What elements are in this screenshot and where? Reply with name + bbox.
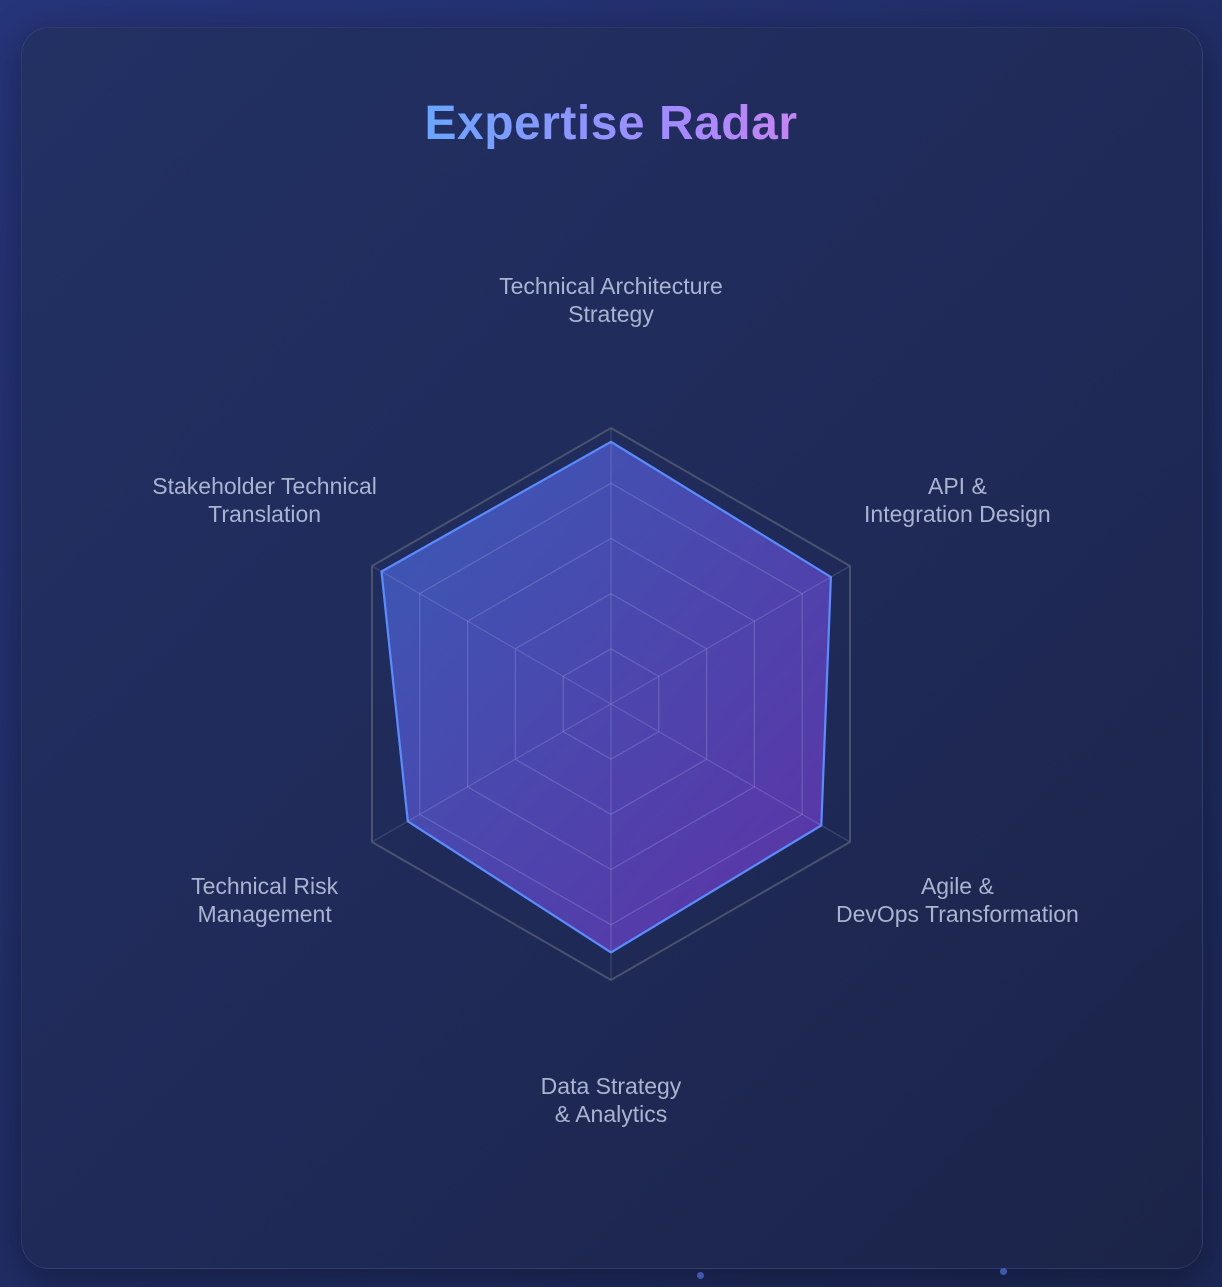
- axis-label: Technical Risk Management: [191, 873, 338, 927]
- axis-label: Stakeholder Technical Translation: [152, 473, 377, 527]
- series-area: [380, 440, 833, 954]
- axis-label-line: Agile &: [921, 873, 994, 899]
- axis-label: Technical Architecture Strategy: [499, 273, 723, 327]
- axis-label: Agile & DevOps Transformation: [836, 873, 1079, 927]
- axis-label-line: API &: [928, 473, 987, 499]
- axis-label-line: Strategy: [568, 301, 654, 327]
- axis-label-line: Translation: [208, 501, 321, 527]
- axis-label-line: Management: [197, 901, 332, 927]
- axis-label: Data Strategy & Analytics: [541, 1073, 682, 1127]
- axis-label-line: DevOps Transformation: [836, 901, 1079, 927]
- decorative-dot: [697, 1272, 704, 1279]
- page-background: Expertise Radar Technical Architecture St…: [0, 0, 1222, 1287]
- radar-series: [380, 440, 833, 954]
- axis-label-line: Technical Risk: [191, 873, 338, 899]
- axis-label: API & Integration Design: [864, 473, 1051, 527]
- axis-label-line: Integration Design: [864, 501, 1051, 527]
- decorative-dot: [1000, 1268, 1007, 1275]
- axis-label-line: & Analytics: [555, 1101, 668, 1127]
- axis-label-line: Technical Architecture: [499, 273, 723, 299]
- axis-label-line: Stakeholder Technical: [152, 473, 377, 499]
- radar-chart: Technical Architecture Strategy API & Integ…: [152, 273, 1079, 1127]
- axis-label-line: Data Strategy: [541, 1073, 682, 1099]
